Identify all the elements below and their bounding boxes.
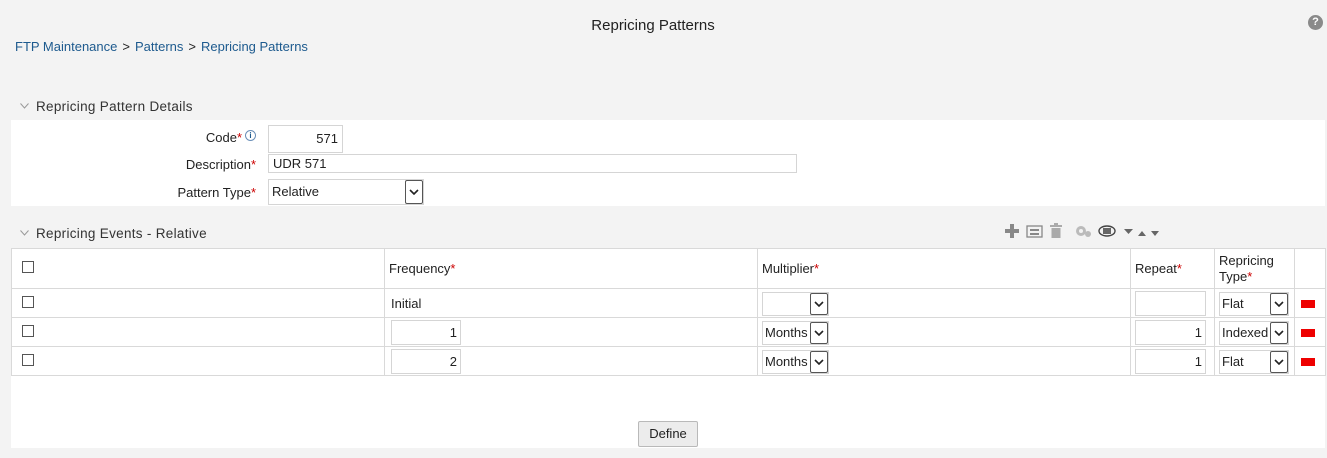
breadcrumb-ftp-maintenance[interactable]: FTP Maintenance <box>15 39 117 54</box>
define-button[interactable]: Define <box>638 421 698 447</box>
code-row: Code* i 571 <box>11 125 1325 153</box>
copy-icon[interactable] <box>1026 223 1043 242</box>
breadcrumb-patterns[interactable]: Patterns <box>135 39 183 54</box>
breadcrumb: FTP Maintenance > Patterns > Repricing Patte… <box>15 39 308 54</box>
repricing-type-select[interactable]: Flat <box>1219 350 1289 374</box>
code-label: Code* i <box>206 130 256 145</box>
table-row: 2 Months 1 Flat <box>11 346 1326 376</box>
breadcrumb-repricing-patterns[interactable]: Repricing Patterns <box>201 39 308 54</box>
view-icon[interactable] <box>1098 223 1116 242</box>
repeat-input[interactable]: 1 <box>1135 349 1206 374</box>
chevron-down-icon[interactable] <box>20 224 29 236</box>
details-section-header[interactable]: Repricing Pattern Details <box>20 99 193 114</box>
chevron-down-icon[interactable] <box>810 293 828 315</box>
chevron-down-icon[interactable] <box>20 97 29 109</box>
repeat-input[interactable]: 1 <box>1135 320 1206 345</box>
events-section-title: Repricing Events - Relative <box>36 226 207 241</box>
help-icon[interactable]: ? <box>1308 15 1323 30</box>
info-icon[interactable]: i <box>245 130 256 141</box>
frequency-header[interactable]: Frequency* <box>384 248 758 289</box>
row-checkbox[interactable] <box>22 324 34 337</box>
repricing-type-header[interactable]: Repricing Type* <box>1214 248 1295 289</box>
sort-icon[interactable] <box>1124 223 1160 242</box>
table-header-row: Frequency* Multiplier* Repeat* Repricing… <box>11 248 1326 289</box>
row-checkbox[interactable] <box>22 353 34 366</box>
table-row: 1 Months 1 Indexed <box>11 317 1326 347</box>
multiplier-select[interactable] <box>762 292 829 316</box>
description-input[interactable]: UDR 571 <box>268 154 797 173</box>
chevron-down-icon[interactable] <box>810 322 828 344</box>
frequency-input[interactable]: 2 <box>391 349 461 374</box>
delete-row-marker[interactable] <box>1301 358 1315 366</box>
pattern-type-label: Pattern Type* <box>177 185 256 200</box>
repricing-type-select[interactable]: Indexed <box>1219 321 1289 345</box>
repeat-input[interactable] <box>1135 291 1206 316</box>
delete-row-marker[interactable] <box>1301 329 1315 337</box>
breadcrumb-separator: > <box>122 39 130 54</box>
details-section-title: Repricing Pattern Details <box>36 99 193 114</box>
pattern-type-value: Relative <box>272 184 319 199</box>
table-row: Initial Flat <box>11 288 1326 318</box>
multiplier-header[interactable]: Multiplier* <box>757 248 1131 289</box>
action-header <box>1294 248 1326 289</box>
breadcrumb-separator: > <box>188 39 196 54</box>
chevron-down-icon[interactable] <box>1270 322 1288 344</box>
pattern-type-row: Pattern Type* Relative <box>11 178 1325 205</box>
multiplier-select[interactable]: Months <box>762 350 829 374</box>
page-title: Repricing Patterns <box>591 17 715 34</box>
description-row: Description* UDR 571 <box>11 154 1325 178</box>
details-panel: Code* i 571 Description* UDR 571 Pattern … <box>11 120 1325 206</box>
chevron-down-icon[interactable] <box>810 351 828 373</box>
add-icon[interactable] <box>1004 223 1020 242</box>
delete-icon[interactable] <box>1049 223 1063 242</box>
settings-icon[interactable] <box>1074 223 1092 242</box>
frequency-input[interactable]: 1 <box>391 320 461 345</box>
select-all-header <box>11 248 385 289</box>
description-label: Description* <box>185 157 256 172</box>
select-all-checkbox[interactable] <box>22 261 34 273</box>
events-table: Frequency* Multiplier* Repeat* Repricing… <box>11 248 1326 376</box>
delete-row-marker[interactable] <box>1301 300 1315 308</box>
repeat-header[interactable]: Repeat* <box>1130 248 1215 289</box>
row-checkbox[interactable] <box>22 295 34 308</box>
chevron-down-icon[interactable] <box>405 180 423 204</box>
code-input[interactable]: 571 <box>268 125 343 153</box>
chevron-down-icon[interactable] <box>1270 351 1288 373</box>
chevron-down-icon[interactable] <box>1270 293 1288 315</box>
frequency-value: Initial <box>391 295 422 311</box>
events-section-header[interactable]: Repricing Events - Relative <box>20 226 207 241</box>
events-grid: Frequency* Multiplier* Repeat* Repricing… <box>11 248 1326 448</box>
pattern-type-select[interactable]: Relative <box>268 179 424 205</box>
multiplier-select[interactable]: Months <box>762 321 829 345</box>
repricing-type-select[interactable]: Flat <box>1219 292 1289 316</box>
